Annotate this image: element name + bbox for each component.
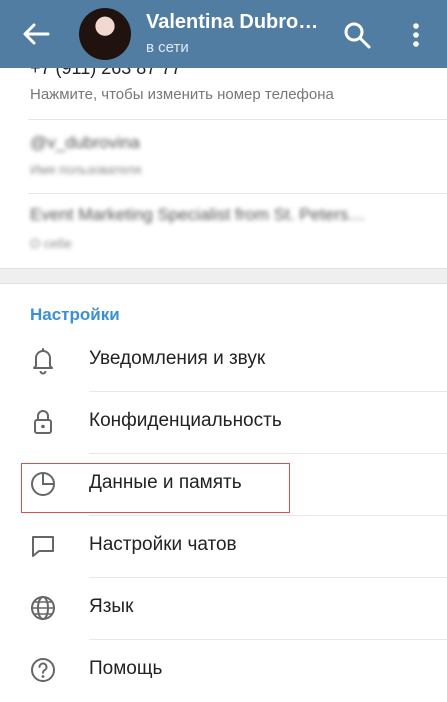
bio-hint: О себе [30, 236, 72, 251]
search-icon[interactable] [342, 20, 372, 50]
help-icon [31, 658, 55, 682]
globe-icon [31, 596, 55, 620]
username-value[interactable]: @v_dubrovina [30, 133, 140, 153]
highlight-box [21, 463, 290, 513]
back-arrow-icon[interactable] [18, 18, 54, 50]
section-separator [0, 268, 447, 284]
divider [28, 193, 447, 194]
lock-icon [34, 410, 52, 434]
settings-item-notifications[interactable]: Уведомления и звук [0, 330, 447, 392]
settings-item-privacy[interactable]: Конфиденциальность [0, 392, 447, 454]
phone-hint: Нажмите, чтобы изменить номер телефона [30, 86, 334, 103]
settings-title: Настройки [30, 305, 120, 324]
more-menu-icon[interactable] [403, 20, 429, 50]
user-name: Valentina Dubro… [146, 11, 319, 33]
username-hint: Имя пользователя [30, 162, 142, 177]
divider [28, 119, 447, 120]
settings-item-language[interactable]: Язык [0, 578, 447, 640]
settings-item-label: Уведомления и звук [89, 348, 266, 369]
bio-value[interactable]: Event Marketing Specialist from St. Pete… [30, 205, 365, 225]
settings-item-chat-settings[interactable]: Настройки чатов [0, 516, 447, 578]
top-app-bar: Valentina Dubro… в сети [0, 0, 447, 68]
settings-item-label: Язык [89, 596, 134, 617]
online-status: в сети [146, 39, 189, 56]
settings-item-label: Конфиденциальность [89, 410, 282, 431]
settings-item-label: Помощь [89, 658, 163, 679]
settings-item-help[interactable]: Помощь [0, 640, 447, 702]
avatar[interactable] [79, 8, 131, 60]
chat-bubble-icon [32, 536, 54, 557]
bell-icon [33, 348, 53, 375]
settings-item-label: Настройки чатов [89, 534, 237, 555]
